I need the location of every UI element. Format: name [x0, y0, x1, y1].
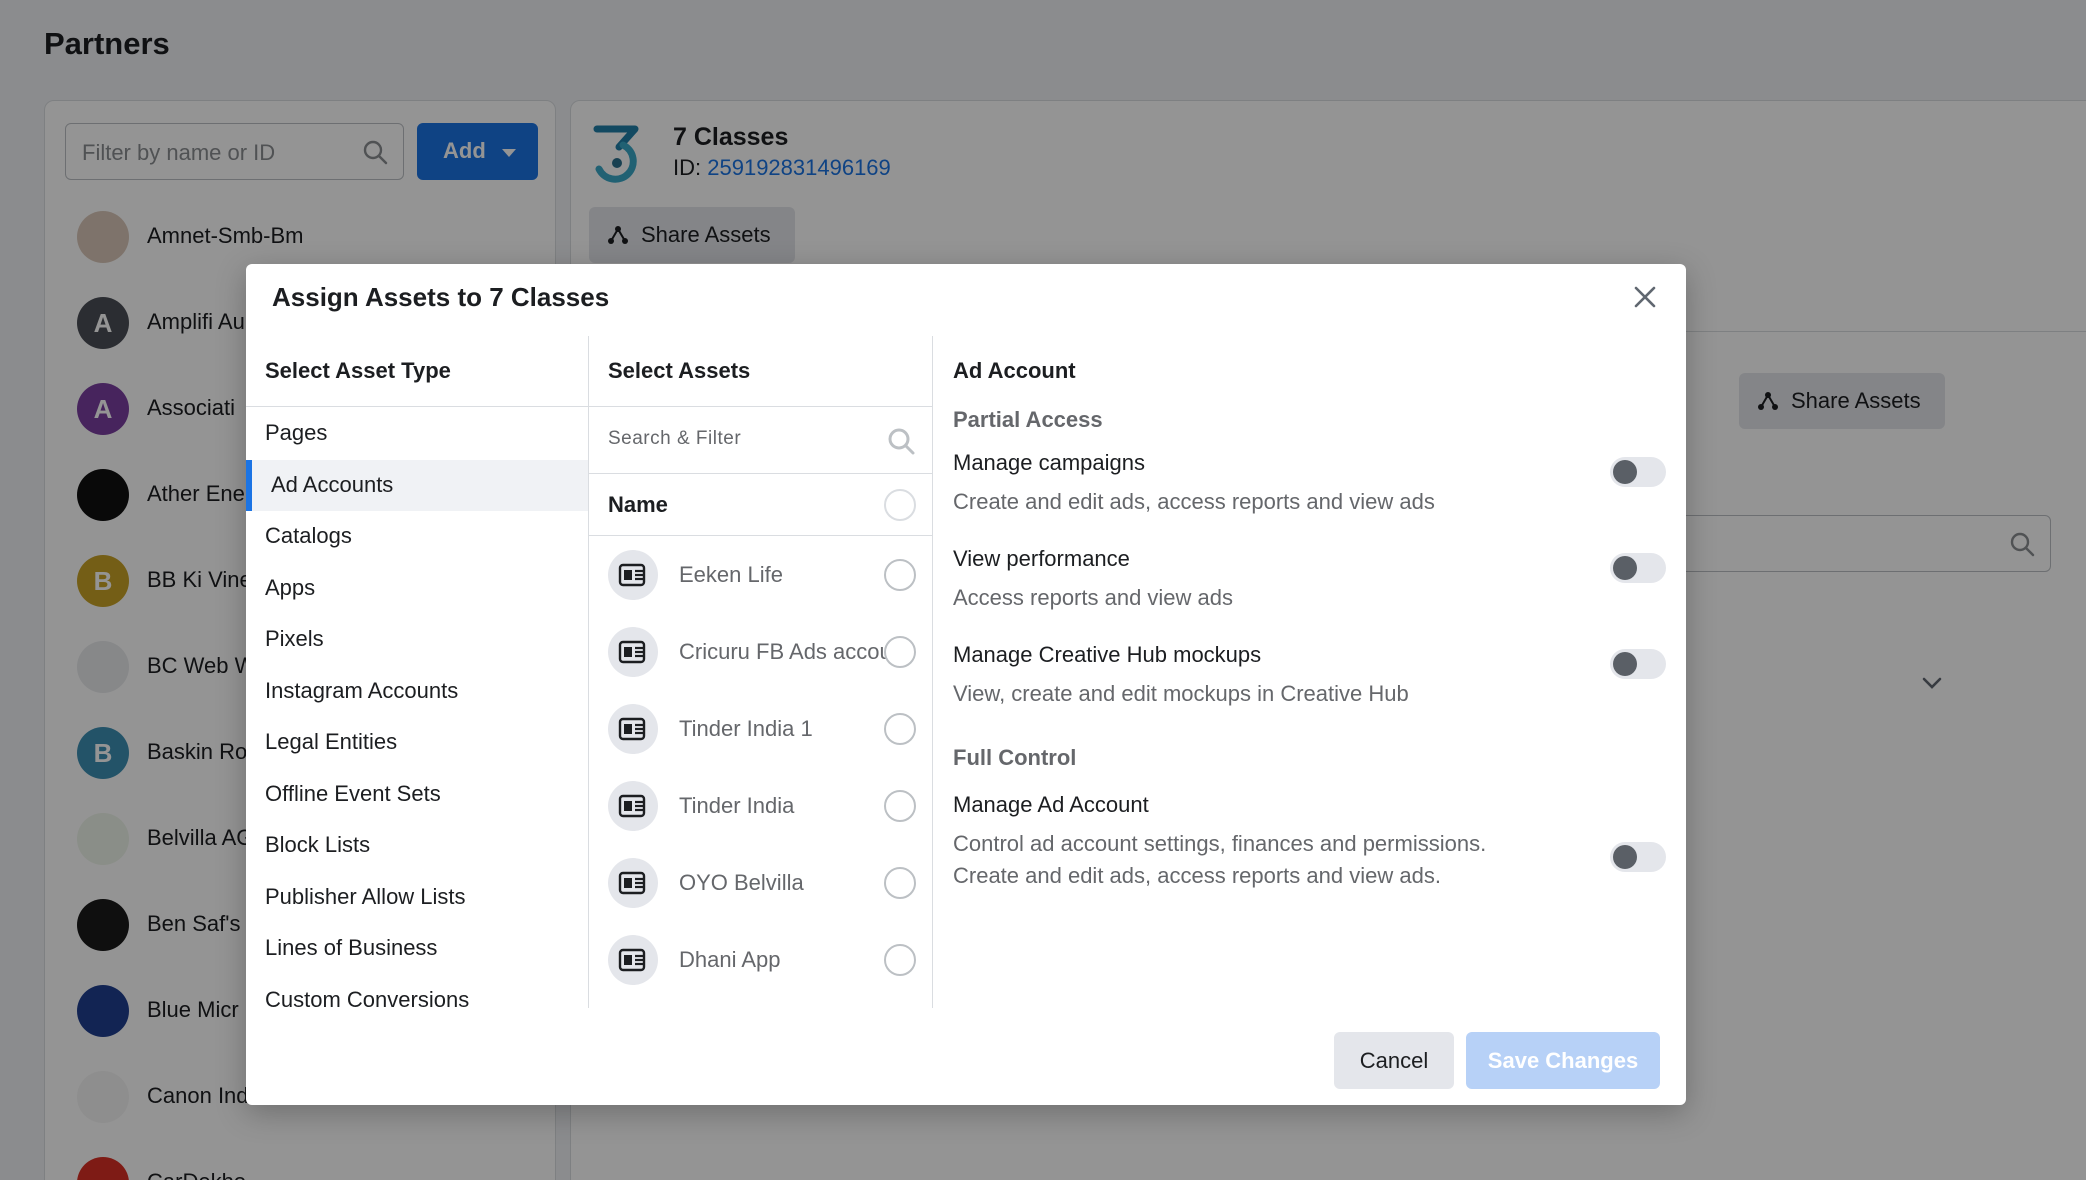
asset-type-item[interactable]: Catalogs [246, 511, 588, 563]
permission-view-performance: View performance Access reports and view… [953, 546, 1666, 614]
asset-name: Dhani App [679, 947, 781, 972]
permission-title: Manage Ad Account [953, 792, 1149, 817]
asset-type-label: Legal Entities [265, 729, 398, 754]
asset-type-header: Select Asset Type [246, 336, 588, 407]
permission-manage-ad-account: Manage Ad Account Control ad account set… [953, 792, 1666, 892]
toggle-knob [1613, 556, 1637, 580]
asset-type-item[interactable]: Instagram Accounts [246, 666, 588, 718]
asset-type-label: Catalogs [265, 523, 352, 548]
asset-name: Tinder India [679, 793, 795, 818]
name-header-label: Name [608, 492, 668, 517]
asset-name: Eeken Life [679, 562, 783, 587]
assign-assets-modal: Assign Assets to 7 Classes Select Asset … [246, 264, 1686, 1105]
asset-name: OYO Belvilla [679, 870, 804, 895]
asset-type-header-label: Select Asset Type [265, 358, 451, 383]
full-control-title: Full Control [953, 745, 1077, 770]
asset-search-placeholder: Search & Filter [608, 428, 742, 449]
ad-account-icon [608, 550, 658, 600]
permission-manage-campaigns: Manage campaigns Create and edit ads, ac… [953, 450, 1666, 518]
asset-type-label: Ad Accounts [271, 471, 394, 497]
asset-type-label: Lines of Business [265, 935, 438, 960]
asset-type-list: Pages Ad Accounts Catalogs Apps Pixels Instag… [246, 408, 588, 1008]
toggle-knob [1613, 460, 1637, 484]
asset-list-item[interactable]: OYO Belvilla [589, 844, 932, 921]
asset-select-radio[interactable] [884, 713, 916, 745]
name-column-header: Name [589, 474, 932, 536]
asset-select-radio[interactable] [884, 636, 916, 668]
asset-select-radio[interactable] [884, 559, 916, 591]
permission-title: Manage Creative Hub mockups [953, 642, 1262, 667]
manage-ad-account-toggle[interactable] [1610, 842, 1666, 872]
asset-type-label: Block Lists [265, 832, 371, 857]
asset-type-item[interactable]: Pixels [246, 614, 588, 666]
assets-column: Select Assets Search & Filter Name Eeken… [589, 336, 933, 1008]
asset-list: Eeken Life Cricuru FB Ads account Tinder I… [589, 536, 932, 998]
asset-select-radio[interactable] [884, 790, 916, 822]
toggle-knob [1613, 845, 1637, 869]
asset-type-item[interactable]: Publisher Allow Lists [246, 872, 588, 924]
asset-select-radio[interactable] [884, 944, 916, 976]
toggle-knob [1613, 652, 1637, 676]
asset-type-label: Offline Event Sets [265, 780, 441, 806]
modal-title: Assign Assets to 7 Classes [272, 282, 610, 312]
close-icon[interactable] [1630, 282, 1660, 312]
save-changes-button[interactable]: Save Changes [1466, 1032, 1660, 1089]
asset-search-input[interactable]: Search & Filter [589, 408, 932, 474]
permission-description: Create and edit ads, access reports and … [953, 489, 1435, 514]
asset-type-item[interactable]: Offline Event Sets [246, 769, 588, 821]
asset-type-label: Apps [265, 574, 316, 600]
search-icon [886, 426, 916, 461]
asset-type-item[interactable]: Legal Entities [246, 717, 588, 769]
assets-header-label: Select Assets [608, 358, 751, 383]
ad-account-icon [608, 858, 658, 908]
asset-list-item[interactable]: Eeken Life [589, 536, 932, 613]
cancel-button[interactable]: Cancel [1334, 1032, 1454, 1089]
asset-type-label: Publisher Allow Lists [265, 883, 466, 909]
partial-access-title: Partial Access [953, 407, 1103, 432]
asset-type-item[interactable]: Ad Accounts [246, 459, 588, 511]
ad-account-icon [608, 781, 658, 831]
asset-type-item[interactable]: Custom Conversions [246, 975, 588, 1009]
asset-type-item[interactable]: Apps [246, 563, 588, 615]
asset-type-item[interactable]: Block Lists [246, 820, 588, 872]
asset-list-item[interactable]: Tinder India [589, 767, 932, 844]
asset-list-item[interactable]: Cricuru FB Ads account [589, 613, 932, 690]
ad-account-icon [608, 704, 658, 754]
asset-type-item[interactable]: Lines of Business [246, 923, 588, 975]
asset-type-label: Pages [265, 420, 328, 445]
ad-account-icon [608, 627, 658, 677]
permission-title: View performance [953, 546, 1130, 571]
asset-type-label: Custom Conversions [265, 986, 470, 1009]
asset-type-label: Instagram Accounts [265, 677, 459, 703]
ad-account-icon [608, 935, 658, 985]
asset-name: Cricuru FB Ads account [679, 639, 911, 664]
asset-type-column: Select Asset Type Pages Ad Accounts Catalo… [246, 336, 589, 1008]
asset-select-radio[interactable] [884, 867, 916, 899]
permission-manage-creative-hub: Manage Creative Hub mockups View, create… [953, 642, 1666, 710]
asset-list-item[interactable]: Tinder India 1 [589, 690, 932, 767]
creative-hub-toggle[interactable] [1610, 649, 1666, 679]
modal-footer: Cancel Save Changes [246, 1008, 1686, 1105]
permissions-column: Ad Account Partial Access Manage campaig… [933, 336, 1686, 1008]
asset-type-item[interactable]: Pages [246, 408, 588, 460]
assets-header: Select Assets [589, 336, 932, 407]
permission-description: View, create and edit mockups in Creativ… [953, 681, 1409, 706]
permission-description: Control ad account settings, finances an… [953, 831, 1487, 888]
asset-type-label: Pixels [265, 626, 324, 651]
asset-name: Tinder India 1 [679, 716, 813, 741]
permission-title: Manage campaigns [953, 450, 1146, 475]
select-all-radio[interactable] [884, 489, 916, 521]
asset-list-item[interactable]: Dhani App [589, 921, 932, 998]
permission-description: Access reports and view ads [953, 585, 1234, 610]
permissions-header-label: Ad Account [953, 358, 1076, 383]
view-performance-toggle[interactable] [1610, 553, 1666, 583]
manage-campaigns-toggle[interactable] [1610, 457, 1666, 487]
